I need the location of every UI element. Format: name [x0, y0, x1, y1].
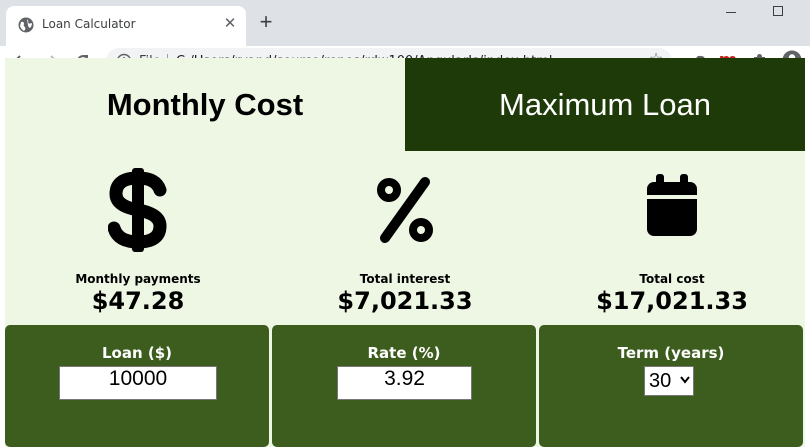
chevron-down-icon: [680, 376, 690, 384]
browser-tab[interactable]: Loan Calculator ✕: [6, 6, 246, 46]
close-tab-icon[interactable]: ✕: [222, 16, 238, 32]
total-cost-stat: Total cost $17,021.33: [539, 168, 805, 315]
new-tab-button[interactable]: +: [256, 11, 276, 33]
calendar-icon: [647, 174, 697, 236]
monthly-payments-stat: Monthly payments $47.28: [5, 168, 271, 315]
loan-label: Loan ($): [101, 344, 173, 362]
loan-panel: Loan ($) 10000: [5, 325, 269, 447]
globe-icon: [18, 17, 34, 33]
term-label: Term (years): [617, 344, 725, 362]
rate-input[interactable]: 3.92: [337, 366, 472, 400]
dollar-icon: [108, 168, 167, 252]
total-interest-value: $7,021.33: [337, 287, 473, 315]
total-interest-label: Total interest: [359, 272, 451, 286]
maximize-window-button[interactable]: [773, 6, 783, 16]
tab-title: Loan Calculator: [42, 17, 136, 31]
minimize-window-button[interactable]: [726, 6, 738, 18]
total-interest-stat: Total interest $7,021.33: [272, 168, 538, 315]
loan-calculator-app: Monthly Cost Maximum Loan Monthly paymen…: [5, 58, 805, 447]
loan-input[interactable]: 10000: [59, 366, 217, 400]
term-selected-value: 30: [649, 370, 672, 392]
percent-icon: [377, 177, 433, 243]
total-cost-label: Total cost: [639, 272, 705, 286]
monthly-payments-value: $47.28: [91, 287, 185, 315]
term-select[interactable]: 30: [644, 366, 694, 396]
tab-monthly-cost[interactable]: Monthly Cost: [5, 58, 405, 151]
tab-maximum-loan[interactable]: Maximum Loan: [405, 58, 805, 151]
rate-label: Rate (%): [367, 344, 441, 362]
total-cost-value: $17,021.33: [596, 287, 748, 315]
term-panel: Term (years) 30: [539, 325, 803, 447]
monthly-payments-label: Monthly payments: [75, 272, 201, 286]
rate-panel: Rate (%) 3.92: [272, 325, 536, 447]
browser-tabstrip: Loan Calculator ✕ +: [0, 0, 810, 46]
